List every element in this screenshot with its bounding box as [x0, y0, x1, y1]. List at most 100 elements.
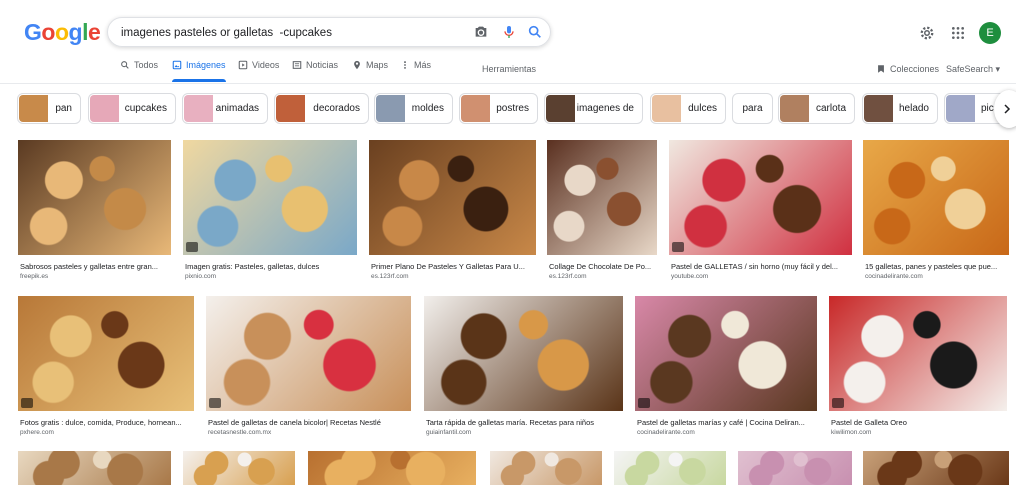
- media-badge-icon: [638, 398, 650, 408]
- tab-videos[interactable]: Videos: [238, 60, 279, 82]
- result-source: recetasnestle.com.mx: [208, 429, 272, 436]
- image-result[interactable]: [490, 451, 602, 485]
- image-result[interactable]: Primer Plano De Pasteles Y Galletas Para…: [369, 140, 536, 293]
- result-source: freepik.es: [20, 273, 49, 280]
- result-thumbnail[interactable]: [18, 296, 194, 411]
- search-input[interactable]: [121, 24, 451, 42]
- chip-imagenes-de[interactable]: imagenes de: [544, 93, 643, 124]
- result-source: pixnio.com: [185, 273, 217, 280]
- result-thumbnail[interactable]: [738, 451, 852, 485]
- tab-label: Noticias: [306, 60, 339, 70]
- media-badge-icon: [186, 242, 198, 252]
- chip-thumbnail: [652, 95, 681, 122]
- result-title[interactable]: Imagen gratis: Pasteles, galletas, dulce…: [185, 262, 355, 271]
- chip-decorados[interactable]: decorados: [274, 93, 369, 124]
- image-result[interactable]: 15 galletas, panes y pasteles que pue...…: [863, 140, 1009, 293]
- google-logo[interactable]: Google: [24, 19, 101, 46]
- result-title[interactable]: 15 galletas, panes y pasteles que pue...: [865, 262, 1007, 271]
- avatar[interactable]: E: [979, 22, 1001, 44]
- apps-grid-icon[interactable]: [950, 25, 966, 41]
- result-title[interactable]: Pastel de galletas de canela bicolor| Re…: [208, 418, 409, 427]
- tab-label: Imágenes: [186, 60, 226, 70]
- result-source: cocinadelirante.com: [637, 429, 695, 436]
- camera-icon[interactable]: [473, 24, 489, 40]
- result-title[interactable]: Pastel de GALLETAS / sin horno (muy fáci…: [671, 262, 850, 271]
- image-result[interactable]: [738, 451, 852, 485]
- image-result[interactable]: Pastel de galletas marías y café | Cocin…: [635, 296, 817, 449]
- image-result[interactable]: [308, 451, 476, 485]
- result-thumbnail[interactable]: [18, 140, 171, 255]
- result-title[interactable]: Pastel de Galleta Oreo: [831, 418, 1005, 427]
- related-chips: pan cupcakes animadas decorados moldes p…: [17, 93, 1016, 125]
- chip-thumbnail: [461, 95, 490, 122]
- image-result[interactable]: Pastel de GALLETAS / sin horno (muy fáci…: [669, 140, 852, 293]
- result-thumbnail[interactable]: [424, 296, 623, 411]
- gear-icon[interactable]: [918, 24, 936, 42]
- result-thumbnail[interactable]: [308, 451, 476, 485]
- search-icon[interactable]: [527, 24, 543, 40]
- result-thumbnail[interactable]: [635, 296, 817, 411]
- microphone-icon[interactable]: [501, 24, 517, 40]
- result-thumbnail[interactable]: [547, 140, 657, 255]
- chip-pan[interactable]: pan: [17, 93, 81, 124]
- image-result[interactable]: Pastel de Galleta Oreo kiwilimon.com: [829, 296, 1007, 449]
- result-title[interactable]: Fotos gratis : dulce, comida, Produce, h…: [20, 418, 192, 427]
- chip-animadas[interactable]: animadas: [182, 93, 268, 124]
- news-icon: [292, 61, 302, 69]
- chip-label: para: [742, 103, 763, 114]
- result-thumbnail[interactable]: [829, 296, 1007, 411]
- map-pin-icon: [354, 60, 360, 70]
- result-thumbnail[interactable]: [18, 451, 171, 485]
- collections-link[interactable]: Colecciones: [876, 64, 939, 74]
- tab-todos[interactable]: Todos: [120, 60, 158, 82]
- result-source: guiainfantil.com: [426, 429, 472, 436]
- result-title[interactable]: Collage De Chocolate De Po...: [549, 262, 655, 271]
- image-result[interactable]: [18, 451, 171, 485]
- result-thumbnail[interactable]: [863, 140, 1009, 255]
- result-thumbnail[interactable]: [369, 140, 536, 255]
- result-thumbnail[interactable]: [206, 296, 411, 411]
- result-thumbnail[interactable]: [863, 451, 1009, 485]
- tab-maps[interactable]: Maps: [352, 60, 388, 82]
- chip-cupcakes[interactable]: cupcakes: [88, 93, 176, 124]
- result-thumbnail[interactable]: [490, 451, 602, 485]
- result-title[interactable]: Pastel de galletas marías y café | Cocin…: [637, 418, 815, 427]
- image-result[interactable]: [614, 451, 726, 485]
- result-title[interactable]: Sabrosos pasteles y galletas entre gran.…: [20, 262, 169, 271]
- image-result[interactable]: Sabrosos pasteles y galletas entre gran.…: [18, 140, 171, 293]
- image-result[interactable]: Imagen gratis: Pasteles, galletas, dulce…: [183, 140, 357, 293]
- chip-label: imagenes de: [576, 103, 634, 114]
- chip-dulces[interactable]: dulces: [650, 93, 726, 124]
- result-title[interactable]: Tarta rápida de galletas maría. Recetas …: [426, 418, 621, 427]
- chip-label: helado: [898, 103, 929, 114]
- chips-next-button[interactable]: [994, 90, 1016, 128]
- chip-para[interactable]: para: [732, 93, 773, 124]
- tools-button[interactable]: Herramientas: [482, 64, 536, 74]
- chip-thumbnail: [864, 95, 893, 122]
- image-result[interactable]: Tarta rápida de galletas maría. Recetas …: [424, 296, 623, 449]
- image-result[interactable]: Fotos gratis : dulce, comida, Produce, h…: [18, 296, 194, 449]
- tab-imagenes[interactable]: Imágenes: [172, 60, 226, 82]
- result-thumbnail[interactable]: [614, 451, 726, 485]
- image-result[interactable]: [863, 451, 1009, 485]
- tab-mas[interactable]: Más: [400, 60, 431, 82]
- result-thumbnail[interactable]: [669, 140, 852, 255]
- chip-thumbnail: [376, 95, 405, 122]
- chip-carlota[interactable]: carlota: [778, 93, 855, 124]
- chip-moldes[interactable]: moldes: [374, 93, 453, 124]
- chip-label: moldes: [411, 103, 444, 114]
- chip-postres[interactable]: postres: [459, 93, 538, 124]
- chip-thumbnail: [946, 95, 975, 122]
- more-vertical-icon: [404, 61, 406, 69]
- image-result[interactable]: Pastel de galletas de canela bicolor| Re…: [206, 296, 411, 449]
- image-result[interactable]: [183, 451, 295, 485]
- collections-label: Colecciones: [890, 64, 940, 74]
- tab-noticias[interactable]: Noticias: [292, 60, 338, 82]
- image-icon: [172, 60, 182, 70]
- result-title[interactable]: Primer Plano De Pasteles Y Galletas Para…: [371, 262, 534, 271]
- result-thumbnail[interactable]: [183, 451, 295, 485]
- chip-helado[interactable]: helado: [862, 93, 938, 124]
- safesearch-dropdown[interactable]: SafeSearch ▾: [946, 64, 1000, 75]
- image-result[interactable]: Collage De Chocolate De Po... es.123rf.co…: [547, 140, 657, 293]
- result-thumbnail[interactable]: [183, 140, 357, 255]
